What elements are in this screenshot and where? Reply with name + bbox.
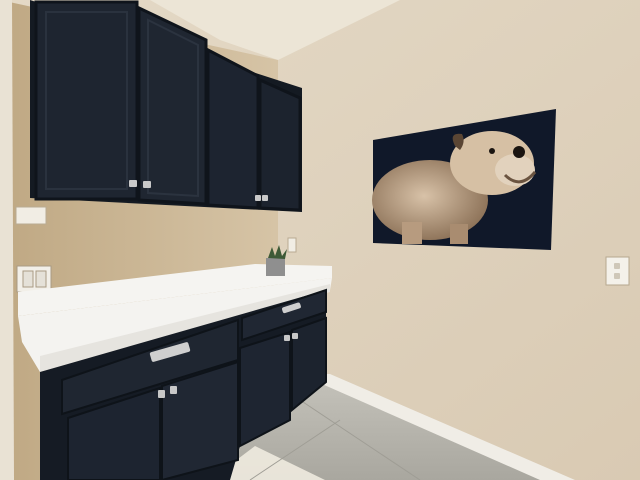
outlet-socket (614, 263, 620, 269)
bulldog-nose (513, 146, 525, 158)
cabinet-knob (129, 180, 137, 187)
light-switch-toggle[interactable] (22, 270, 34, 288)
outlet-socket (614, 273, 620, 279)
cabinet-knob (292, 333, 298, 339)
bulldog-leg (402, 222, 422, 244)
cabinet-knob (284, 335, 290, 341)
cabinet-knob (255, 195, 261, 201)
plant-pot (266, 258, 285, 276)
upper-cabinet-door[interactable] (258, 77, 302, 212)
kitchen-scene (0, 0, 640, 480)
wall-corner-edge (0, 0, 14, 480)
outlet-plate (605, 256, 630, 286)
upper-cabinet-door[interactable] (137, 5, 208, 206)
bulldog-eye (489, 148, 495, 154)
cabinet-knob (170, 386, 177, 394)
cabinet-knob (158, 390, 165, 398)
light-switch-toggle[interactable] (35, 270, 47, 288)
cabinet-knob (262, 195, 268, 201)
outlet-plate (287, 237, 297, 253)
upper-cabinet-door[interactable] (34, 0, 139, 201)
bulldog-leg (450, 224, 468, 244)
upper-cabinet-door[interactable] (206, 47, 260, 210)
cabinet-knob (143, 181, 151, 188)
wall-plate (15, 206, 47, 225)
